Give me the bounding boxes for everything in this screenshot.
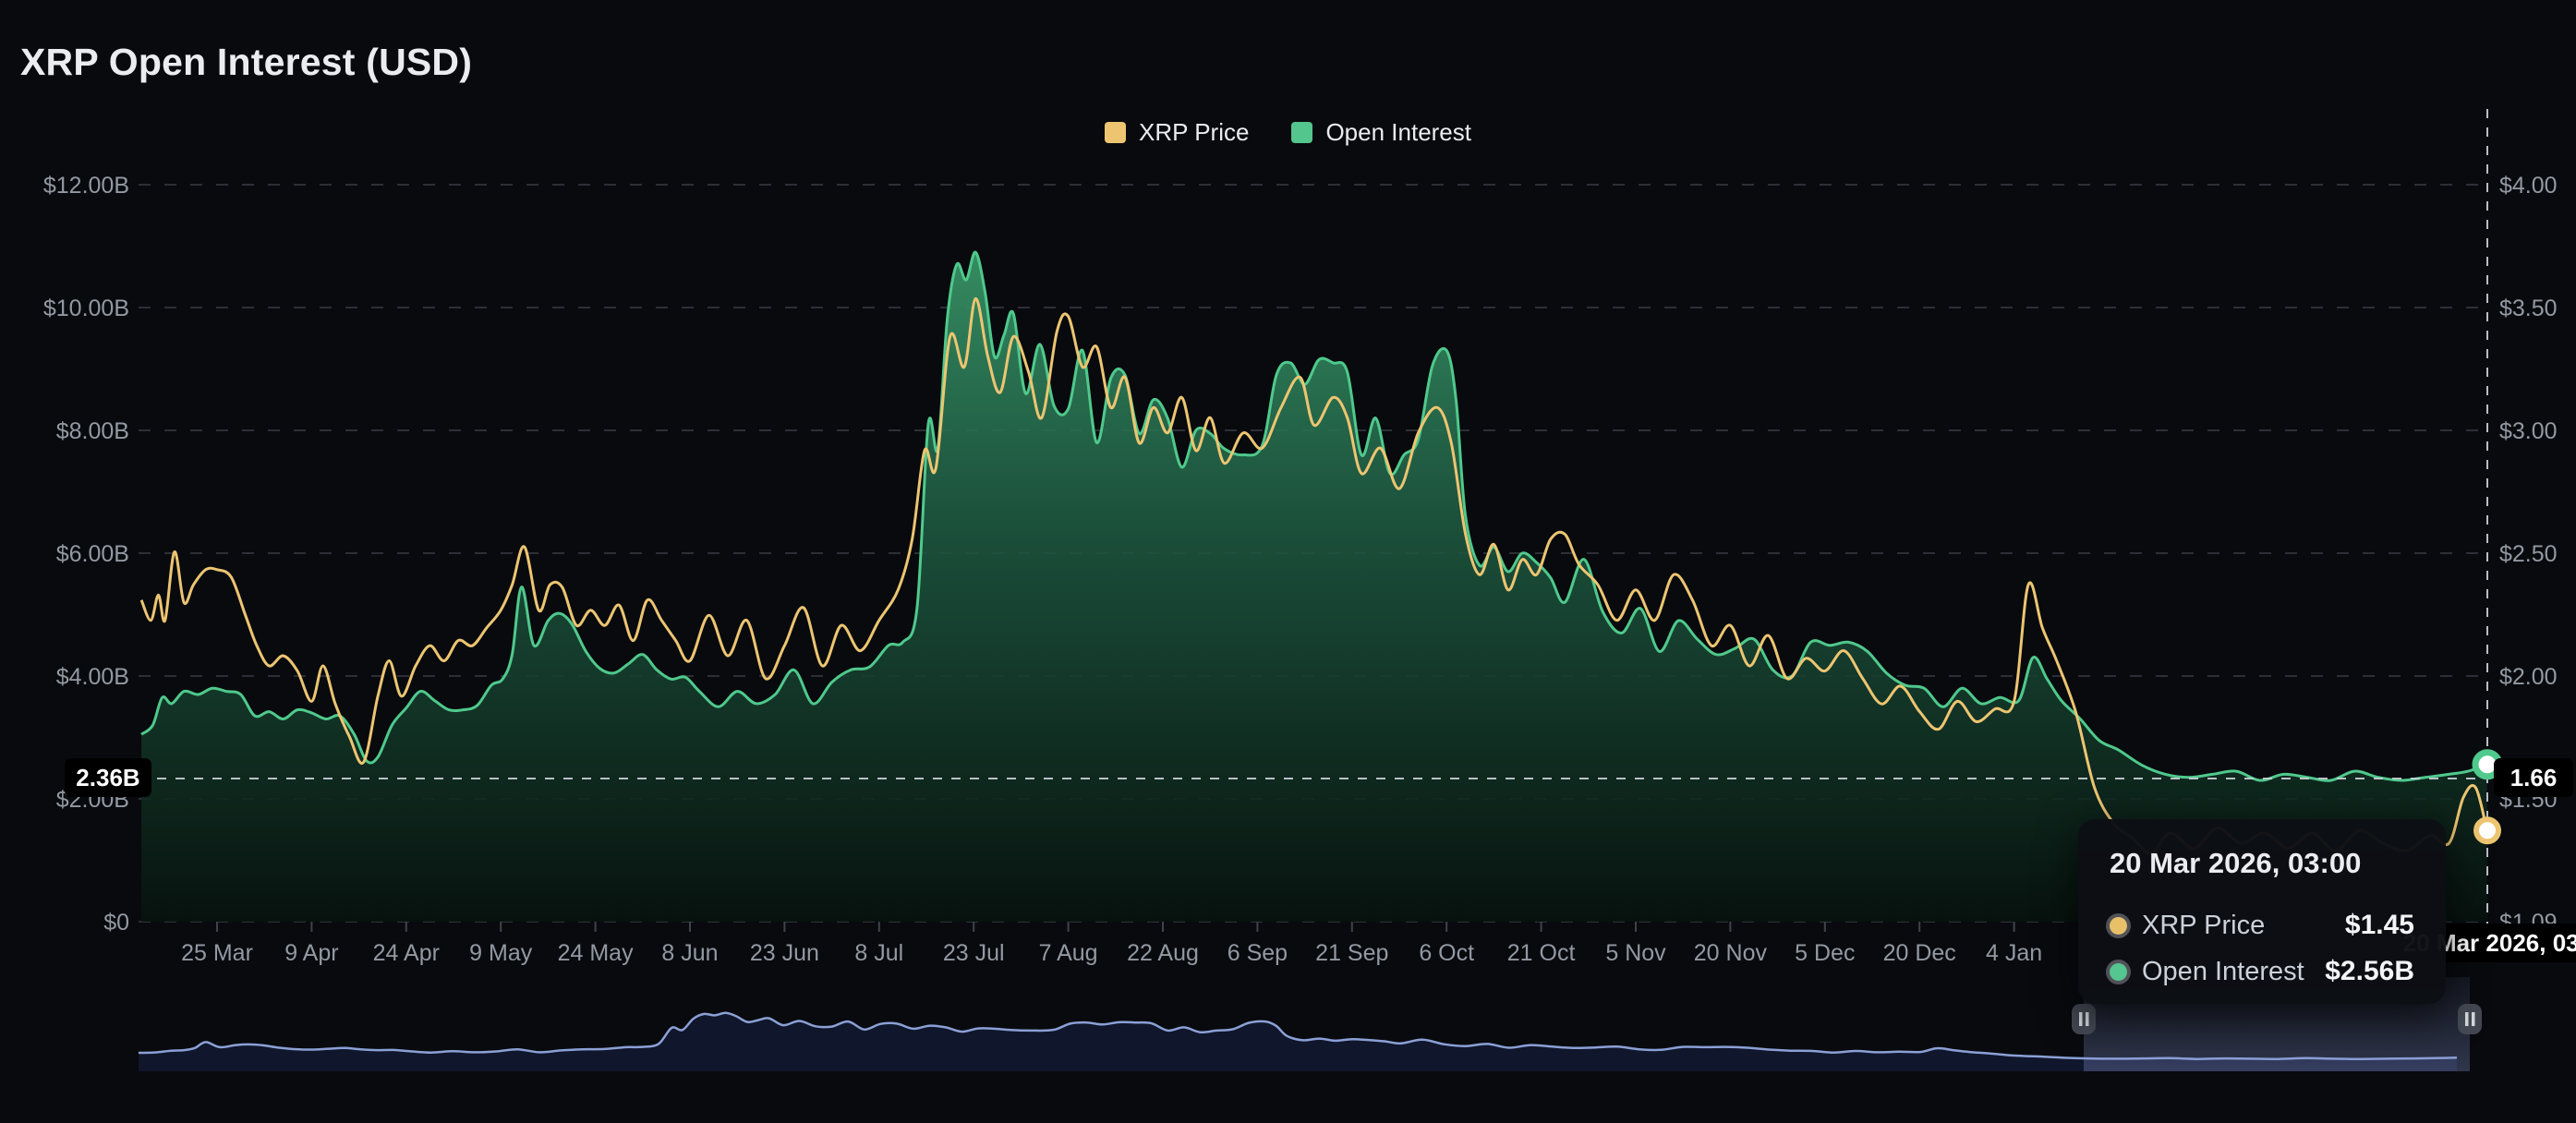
x-axis-tick-label: 24 May	[558, 940, 634, 966]
tooltip-row-xrp-price: XRP Price $1.45	[2110, 910, 2414, 941]
x-axis-tick-label: 23 Jun	[750, 940, 819, 966]
right-axis-tick-label: $3.50	[2499, 296, 2558, 321]
right-axis-tick-label: $3.00	[2499, 418, 2558, 444]
left-axis-tick-label: $8.00B	[56, 418, 129, 444]
tooltip-label: Open Interest	[2142, 956, 2304, 986]
crosshair-price-value-label: 1.66	[2494, 758, 2573, 797]
right-axis-tick-label: $2.50	[2499, 541, 2558, 567]
drag-handle-icon	[2472, 1012, 2475, 1026]
right-axis-tick-label: $4.00	[2499, 173, 2558, 199]
x-axis-tick-label: 9 Apr	[284, 940, 338, 966]
x-axis-tick-label: 20 Dec	[1883, 940, 1956, 966]
open-interest-swatch-icon	[1291, 122, 1313, 143]
right-axis-labels: $4.00$3.50$3.00$2.50$2.00$1.50$1.09	[2499, 173, 2558, 936]
x-axis-tick-label: 20 Nov	[1694, 940, 1768, 966]
x-axis-tick-label: 5 Nov	[1605, 940, 1666, 966]
x-axis-tick-label: 22 Aug	[1127, 940, 1199, 966]
tooltip-value: $2.56B	[2325, 956, 2414, 986]
legend-item-open-interest[interactable]: Open Interest	[1291, 118, 1471, 147]
x-axis-tick-label: 4 Jan	[1986, 940, 2042, 966]
legend-label: XRP Price	[1139, 118, 1250, 146]
legend-label: Open Interest	[1325, 118, 1471, 146]
x-axis-tick-label: 6 Oct	[1419, 940, 1474, 966]
chart-tooltip: 20 Mar 2026, 03:00 XRP Price $1.45 Open …	[2078, 819, 2446, 1004]
x-axis-tick-label: 6 Sep	[1228, 940, 1288, 966]
drag-handle-icon	[2079, 1012, 2083, 1026]
page-title: XRP Open Interest (USD)	[20, 41, 473, 83]
xrp-price-dot-icon	[2110, 916, 2127, 935]
xrp-open-interest-page: { "title": "XRP Open Interest (USD)", "l…	[0, 0, 2576, 1123]
x-axis-tick-label: 9 May	[469, 940, 533, 966]
right-axis-tick-label: $2.00	[2499, 664, 2558, 690]
x-axis-tick-label: 8 Jun	[661, 940, 718, 966]
xrp-price-swatch-icon	[1105, 122, 1126, 143]
navigator-handle-left[interactable]	[2072, 1004, 2096, 1034]
x-axis-labels: 25 Mar 9 Apr 24 Apr 9 May 24 May 8 Jun 23 Jun 8…	[181, 922, 2042, 966]
tooltip-label: XRP Price	[2142, 910, 2266, 940]
tooltip-date: 20 Mar 2026, 03:00	[2110, 847, 2362, 879]
left-axis-tick-label: $0	[103, 910, 129, 936]
x-axis-tick-label: 23 Jul	[943, 940, 1005, 966]
x-axis-tick-label: 21 Oct	[1507, 940, 1576, 966]
x-axis-tick-label: 25 Mar	[181, 940, 253, 966]
x-axis-tick-label: 8 Jul	[854, 940, 903, 966]
tooltip-row-open-interest: Open Interest $2.56B	[2110, 956, 2414, 987]
left-axis-tick-label: $4.00B	[56, 664, 129, 690]
x-axis-tick-label: 21 Sep	[1315, 940, 1388, 966]
x-axis-tick-label: 5 Dec	[1795, 940, 1855, 966]
x-axis-tick-label: 7 Aug	[1039, 940, 1098, 966]
crosshair-oi-value-label: 2.36B	[65, 758, 151, 797]
x-axis-tick-label: 24 Apr	[373, 940, 440, 966]
left-axis-tick-label: $12.00B	[43, 173, 129, 199]
xrp-price-end-marker	[2473, 816, 2501, 845]
left-axis-tick-label: $6.00B	[56, 541, 129, 567]
legend: XRP Price Open Interest	[0, 118, 2576, 147]
navigator-handle-right[interactable]	[2458, 1004, 2482, 1034]
open-interest-dot-icon	[2110, 962, 2127, 981]
tooltip-value: $1.45	[2344, 910, 2414, 940]
legend-item-xrp-price[interactable]: XRP Price	[1105, 118, 1249, 147]
drag-handle-icon	[2086, 1012, 2089, 1026]
drag-handle-icon	[2465, 1012, 2469, 1026]
left-axis-labels: $12.00B$10.00B$8.00B$6.00B$4.00B$2.00B$0	[43, 173, 129, 936]
left-axis-tick-label: $10.00B	[43, 296, 129, 321]
